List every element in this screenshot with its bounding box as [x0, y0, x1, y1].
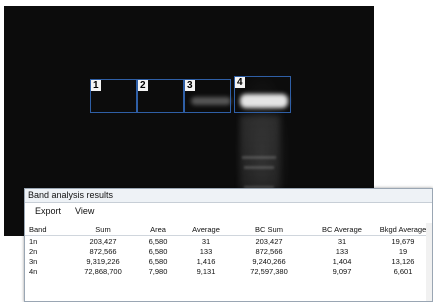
cell-average: 9,131 — [196, 266, 216, 276]
cell-bkgd-average: 19,679 — [391, 236, 415, 246]
band-number: 3 — [185, 80, 195, 91]
cell-bc-average: 1,404 — [332, 256, 352, 266]
cell-bkgd-average: 6,601 — [393, 266, 413, 276]
cell-sum: 203,427 — [89, 236, 117, 246]
cell-area: 7,980 — [148, 266, 168, 276]
cell-bkgd-average: 19 — [398, 246, 408, 256]
column-header-band[interactable]: Band — [25, 223, 71, 236]
band-number: 2 — [138, 80, 148, 91]
cell-sum: 9,319,226 — [86, 256, 120, 266]
column-header-average[interactable]: Average — [181, 223, 231, 236]
panel-title: Band analysis results — [25, 189, 432, 203]
cell-average: 1,416 — [196, 256, 216, 266]
cell-band: 1n — [29, 236, 38, 246]
menu-export[interactable]: Export — [35, 203, 61, 219]
faint-band — [244, 166, 274, 169]
cell-area: 6,580 — [148, 236, 168, 246]
cell-band: 2n — [29, 246, 38, 256]
band-number: 1 — [91, 80, 101, 91]
cell-average: 133 — [199, 246, 213, 256]
band-number: 4 — [235, 77, 245, 88]
results-table-container: Band Sum Area Average BC Sum BC Average … — [25, 223, 432, 301]
cell-average: 31 — [201, 236, 211, 246]
results-table: Band Sum Area Average BC Sum BC Average … — [25, 223, 429, 276]
vertical-scrollbar[interactable] — [426, 223, 432, 301]
cell-bkgd-average: 13,126 — [391, 256, 415, 266]
cell-bc-sum: 203,427 — [255, 236, 283, 246]
faint-band — [242, 156, 276, 159]
cell-sum: 872,566 — [89, 246, 117, 256]
column-header-sum[interactable]: Sum — [71, 223, 135, 236]
cell-bc-sum: 872,566 — [255, 246, 283, 256]
band-box-3[interactable]: 3 — [184, 79, 231, 113]
cell-bc-average: 133 — [335, 246, 349, 256]
table-row[interactable]: 2n 872,566 6,580 133 872,566 133 19 — [25, 246, 429, 256]
cell-area: 6,580 — [148, 256, 168, 266]
column-header-bc-sum[interactable]: BC Sum — [231, 223, 307, 236]
cell-band: 3n — [29, 256, 38, 266]
band-box-2[interactable]: 2 — [137, 79, 184, 113]
band-box-4[interactable]: 4 — [234, 76, 291, 113]
cell-band: 4n — [29, 266, 38, 276]
table-header-row: Band Sum Area Average BC Sum BC Average … — [25, 223, 429, 236]
cell-bc-average: 9,097 — [332, 266, 352, 276]
table-row[interactable]: 4n 72,868,700 7,980 9,131 72,597,380 9,0… — [25, 266, 429, 276]
column-header-bkgd-average[interactable]: Bkgd Average — [377, 223, 429, 236]
cell-bc-average: 31 — [337, 236, 347, 246]
cell-bc-sum: 72,597,380 — [250, 266, 288, 276]
band-box-1[interactable]: 1 — [90, 79, 137, 113]
column-header-area[interactable]: Area — [135, 223, 181, 236]
menu-bar: Export View — [25, 203, 432, 219]
table-row[interactable]: 1n 203,427 6,580 31 203,427 31 19,679 — [25, 236, 429, 247]
cell-area: 6,580 — [148, 246, 168, 256]
column-header-bc-average[interactable]: BC Average — [307, 223, 377, 236]
band-analysis-panel: Band analysis results Export View Band S… — [24, 188, 433, 302]
menu-view[interactable]: View — [75, 203, 94, 219]
cell-sum: 72,868,700 — [84, 266, 122, 276]
cell-bc-sum: 9,240,266 — [252, 256, 286, 266]
table-row[interactable]: 3n 9,319,226 6,580 1,416 9,240,266 1,404… — [25, 256, 429, 266]
